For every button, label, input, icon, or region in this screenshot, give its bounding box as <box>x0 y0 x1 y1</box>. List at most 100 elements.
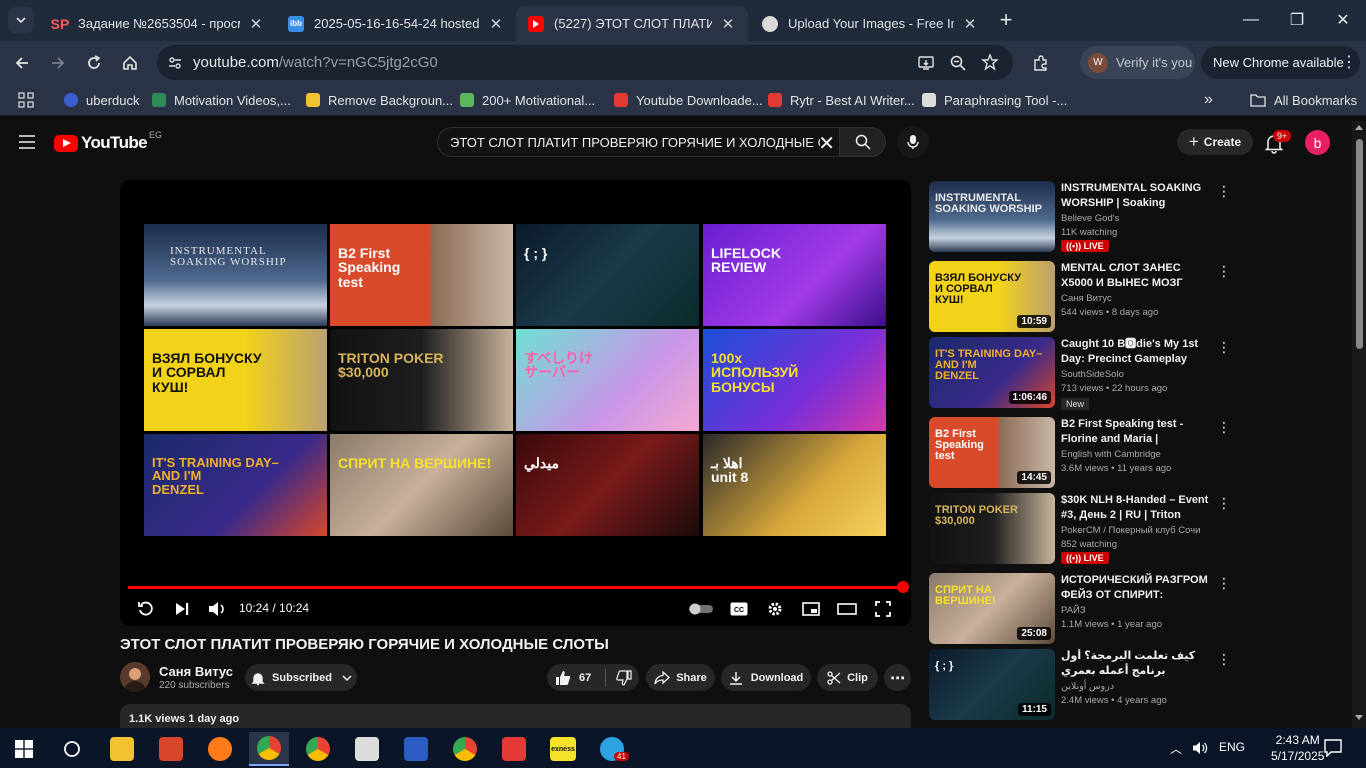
recommended-title[interactable]: INSTRUMENTAL SOAKING WORSHIP | Soaking w… <box>1061 181 1213 211</box>
new-tab-button[interactable]: + <box>994 7 1018 32</box>
search-input[interactable]: ЭТОТ СЛОТ ПЛАТИТ ПРОВЕРЯЮ ГОРЯЧИЕ И ХОЛО… <box>437 127 840 157</box>
taskbar-app-app-red[interactable] <box>151 732 191 766</box>
speaker-icon[interactable] <box>1192 741 1208 755</box>
tab-task[interactable]: SP Задание №2653504 - просмотр ✕ <box>40 6 276 41</box>
bookmark-paraphrasing[interactable]: Paraphrasing Tool -... <box>922 91 1067 109</box>
bookmark-uberduck[interactable]: uberduck <box>64 91 139 109</box>
taskbar-app-chrome[interactable] <box>298 732 338 766</box>
recommended-title[interactable]: B2 First Speaking test - Florine and Mar… <box>1061 417 1213 447</box>
bookmark-rytr[interactable]: Rytr - Best AI Writer... <box>768 91 915 109</box>
account-avatar[interactable]: b <box>1305 130 1330 155</box>
bookmark-motivation-videos[interactable]: Motivation Videos,... <box>152 91 291 109</box>
channel-avatar[interactable] <box>120 662 150 692</box>
forward-button[interactable] <box>45 50 71 76</box>
clip-button[interactable]: Clip <box>817 664 878 691</box>
maximize-button[interactable]: ❐ <box>1274 0 1320 40</box>
address-bar[interactable]: youtube.com/watch?v=nGC5jtg2cG0 <box>157 45 1013 80</box>
site-info-icon[interactable] <box>167 55 183 71</box>
more-actions-button[interactable]: ⋯ <box>884 664 911 691</box>
reload-button[interactable] <box>81 50 107 76</box>
scrollbar-thumb[interactable] <box>1356 139 1363 349</box>
thumbs-up-icon[interactable] <box>555 670 571 686</box>
all-bookmarks-button[interactable]: All Bookmarks <box>1250 91 1357 109</box>
end-screen-video[interactable]: { ; } <box>516 224 699 326</box>
taskbar-app-exness[interactable]: exness <box>543 732 583 766</box>
close-icon[interactable]: ✕ <box>248 15 264 33</box>
end-screen-video[interactable]: ميدلي <box>516 434 699 536</box>
scroll-down-arrow-icon[interactable] <box>1355 715 1363 720</box>
settings-button[interactable] <box>764 598 786 620</box>
video-thumbnail[interactable]: { ; } 11:15 <box>929 649 1055 720</box>
start-button[interactable] <box>4 732 44 766</box>
recommended-title[interactable]: كيف تعلمت البرمجة؟ أول برنامج أعمله بعمر… <box>1061 649 1213 679</box>
extensions-button[interactable] <box>1028 50 1054 76</box>
recommended-video[interactable]: IT'S TRAINING DAY– AND I'M DENZEL 1:06:46… <box>929 337 1339 410</box>
recommended-title[interactable]: MENTAL СЛОТ ЗАНЕС X5000 И ВЫНЕС МОЗГ <box>1061 261 1213 291</box>
end-screen-video[interactable]: B2 First Speaking test <box>330 224 513 326</box>
recommended-title[interactable]: Caught 10 B🅾die's My 1st Day: Precinct G… <box>1061 337 1213 367</box>
tray-overflow-icon[interactable]: ︿ <box>1170 740 1182 757</box>
volume-button[interactable] <box>206 598 228 620</box>
voice-search-button[interactable] <box>897 126 929 158</box>
video-thumbnail[interactable]: B2 First Speaking test 14:45 <box>929 417 1055 488</box>
end-screen-video[interactable]: IT'S TRAINING DAY– AND I'M DENZEL <box>144 434 327 536</box>
replay-button[interactable] <box>135 598 157 620</box>
recommended-channel[interactable]: PokerCM / Покерный клуб Сочи <box>1061 525 1200 536</box>
recommended-video[interactable]: { ; } 11:15 كيف تعلمت البرمجة؟ أول برنامج … <box>929 649 1339 721</box>
taskbar-app-wps[interactable] <box>494 732 534 766</box>
tab-search-button[interactable] <box>8 7 34 33</box>
progress-scrubber[interactable] <box>897 581 909 593</box>
video-thumbnail[interactable]: ВЗЯЛ БОНУСКУ И СОРВАЛ КУШ! 10:59 <box>929 261 1055 332</box>
end-screen-video[interactable]: TRITON POKER $30,000 <box>330 329 513 431</box>
miniplayer-button[interactable] <box>800 598 822 620</box>
youtube-logo[interactable]: YouTube EG <box>54 130 162 153</box>
theater-mode-button[interactable] <box>836 598 858 620</box>
close-icon[interactable]: ✕ <box>720 15 736 33</box>
minimize-button[interactable]: — <box>1228 0 1274 40</box>
recommended-channel[interactable]: Саня Витус <box>1061 293 1112 304</box>
close-window-button[interactable]: ✕ <box>1320 0 1366 40</box>
page-scrollbar[interactable] <box>1352 121 1366 728</box>
bookmarks-overflow-button[interactable]: » <box>1204 91 1213 109</box>
download-button[interactable]: Download <box>721 664 811 691</box>
end-screen-video[interactable]: すべしりけ サーバー <box>516 329 699 431</box>
kebab-menu-icon[interactable]: ⋮ <box>1217 183 1231 200</box>
recommended-video[interactable]: TRITON POKER $30,000 $30K NLH 8-Handed – … <box>929 493 1339 565</box>
hamburger-menu-icon[interactable] <box>18 134 36 150</box>
verify-profile-button[interactable]: W Verify it's you <box>1080 46 1195 79</box>
bookmark-youtube-downloader[interactable]: Youtube Downloade... <box>614 91 763 109</box>
home-button[interactable] <box>117 50 143 76</box>
video-player[interactable]: INSTRUMENTAL SOAKING WORSHIP B2 First Spe… <box>120 180 911 626</box>
recommended-video[interactable]: СПРИТ НА ВЕРШИНЕ! 25:08 ИСТОРИЧЕСКИЙ РАЗГР… <box>929 573 1339 645</box>
taskbar-app-firefox[interactable] <box>200 732 240 766</box>
search-taskbar-button[interactable] <box>52 732 92 766</box>
share-button[interactable]: Share <box>646 664 715 691</box>
kebab-menu-icon[interactable]: ⋮ <box>1217 495 1231 512</box>
taskbar-app-word[interactable] <box>396 732 436 766</box>
close-icon[interactable]: ✕ <box>962 15 978 33</box>
video-thumbnail[interactable]: СПРИТ НА ВЕРШИНЕ! 25:08 <box>929 573 1055 644</box>
end-screen-video[interactable]: 100x ИСПОЛЬЗУЙ БОНУСЫ <box>703 329 886 431</box>
end-screen-video[interactable]: INSTRUMENTAL SOAKING WORSHIP <box>144 224 327 326</box>
bookmark-star-icon[interactable] <box>981 53 999 71</box>
close-icon[interactable]: ✕ <box>488 15 504 33</box>
kebab-menu-icon[interactable]: ⋮ <box>1341 52 1357 72</box>
tab-imgbb[interactable]: ibb 2025-05-16-16-54-24 hosted at ✕ <box>276 6 516 41</box>
create-button[interactable]: + Create <box>1177 129 1253 155</box>
kebab-menu-icon[interactable]: ⋮ <box>1217 339 1231 356</box>
url-text[interactable]: youtube.com/watch?v=nGC5jtg2cG0 <box>193 54 438 71</box>
fullscreen-button[interactable] <box>872 598 894 620</box>
scroll-up-arrow-icon[interactable] <box>1355 125 1363 130</box>
kebab-menu-icon[interactable]: ⋮ <box>1217 575 1231 592</box>
back-button[interactable] <box>9 50 35 76</box>
end-screen-video[interactable]: ВЗЯЛ БОНУСКУ И СОРВАЛ КУШ! <box>144 329 327 431</box>
system-clock[interactable]: 2:43 AM 5/17/2025 <box>1271 732 1324 764</box>
recommended-video[interactable]: ВЗЯЛ БОНУСКУ И СОРВАЛ КУШ! 10:59 MENTAL СЛ… <box>929 261 1339 333</box>
autoplay-toggle[interactable] <box>688 598 714 620</box>
recommended-title[interactable]: ИСТОРИЧЕСКИЙ РАЗГРОМ ФЕЙЗ ОТ СПИРИТ: KAT… <box>1061 573 1213 603</box>
recommended-channel[interactable]: Believe God's <box>1061 213 1119 224</box>
next-button[interactable] <box>171 598 193 620</box>
video-thumbnail[interactable]: TRITON POKER $30,000 <box>929 493 1055 564</box>
tab-upload-images[interactable]: Upload Your Images - Free Imag ✕ <box>750 6 990 41</box>
recommended-channel[interactable]: دروس أونلاين <box>1061 681 1114 692</box>
